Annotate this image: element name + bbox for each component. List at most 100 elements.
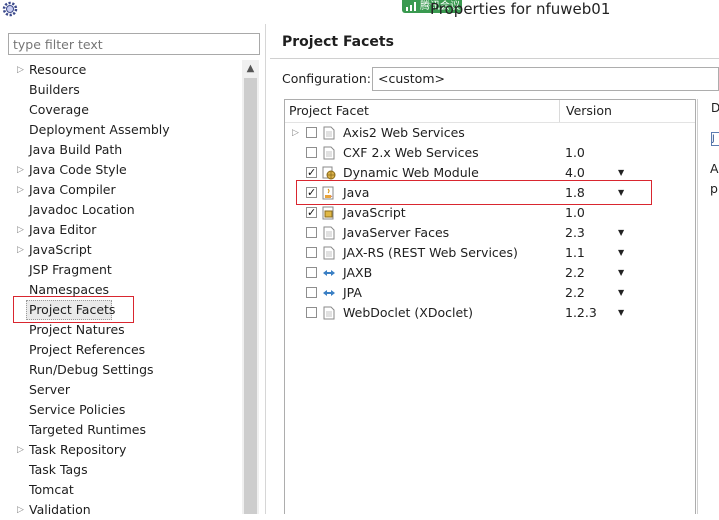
configuration-label: Configuration: bbox=[282, 71, 371, 86]
facet-version: 1.0 bbox=[565, 205, 585, 220]
column-header-facet[interactable]: Project Facet bbox=[289, 100, 369, 122]
tree-item-label: Javadoc Location bbox=[29, 202, 135, 217]
expand-arrow-icon[interactable]: ▷ bbox=[17, 180, 25, 200]
facet-checkbox[interactable] bbox=[306, 127, 317, 138]
facet-version[interactable]: 2.3 bbox=[565, 223, 585, 243]
version-dropdown-arrow-icon[interactable]: ▼ bbox=[618, 283, 624, 303]
tree-item-java-compiler[interactable]: ▷ Java Compiler bbox=[0, 180, 242, 200]
facet-version[interactable]: 2.2 bbox=[565, 283, 585, 303]
facet-checkbox[interactable] bbox=[306, 287, 317, 298]
tree-item-label: Task Repository bbox=[29, 442, 127, 457]
tree-item-label: Java Code Style bbox=[29, 162, 127, 177]
version-dropdown-arrow-icon[interactable]: ▼ bbox=[618, 263, 624, 283]
facet-row[interactable]: WebDoclet (XDoclet) 1.2.3 ▼ bbox=[285, 303, 695, 323]
expand-arrow-icon[interactable]: ▷ bbox=[17, 440, 25, 460]
facet-row[interactable]: JPA 2.2 ▼ bbox=[285, 283, 695, 303]
tree-item-label: Tomcat bbox=[29, 482, 74, 497]
details-text-line-1: A bbox=[710, 161, 719, 176]
tree-item-project-facets[interactable]: Project Facets bbox=[0, 300, 242, 320]
tree-item-project-references[interactable]: Project References bbox=[0, 340, 242, 360]
facet-version[interactable]: 2.2 bbox=[565, 263, 585, 283]
expand-arrow-icon[interactable]: ▷ bbox=[17, 500, 25, 520]
page-title: Project Facets bbox=[282, 34, 394, 50]
expand-arrow-icon[interactable]: ▷ bbox=[17, 160, 25, 180]
tree-item-label: Validation bbox=[29, 502, 91, 517]
facet-row[interactable]: JavaServer Faces 2.3 ▼ bbox=[285, 223, 695, 243]
facet-name: JAX-RS (REST Web Services) bbox=[343, 245, 518, 260]
tree-item-run-debug-settings[interactable]: Run/Debug Settings bbox=[0, 360, 242, 380]
javascript-facet-icon bbox=[322, 206, 336, 220]
tree-item-label: Server bbox=[29, 382, 70, 397]
tree-item-java-editor[interactable]: ▷ Java Editor bbox=[0, 220, 242, 240]
expand-arrow-icon[interactable]: ▷ bbox=[17, 220, 25, 240]
tree-item-jsp-fragment[interactable]: JSP Fragment bbox=[0, 260, 242, 280]
facet-row[interactable]: CXF 2.x Web Services 1.0 bbox=[285, 143, 695, 163]
tree-item-label: Service Policies bbox=[29, 402, 126, 417]
version-dropdown-arrow-icon[interactable]: ▼ bbox=[618, 223, 624, 243]
facet-name: JAXB bbox=[343, 265, 373, 280]
tree-item-project-natures[interactable]: Project Natures bbox=[0, 320, 242, 340]
facet-checkbox[interactable] bbox=[306, 247, 317, 258]
tree-item-java-build-path[interactable]: Java Build Path bbox=[0, 140, 242, 160]
tree-item-javadoc-location[interactable]: Javadoc Location bbox=[0, 200, 242, 220]
tree-item-resource[interactable]: ▷ Resource bbox=[0, 60, 242, 80]
tree-scroll-thumb[interactable] bbox=[244, 78, 257, 514]
tree-item-deployment-assembly[interactable]: Deployment Assembly bbox=[0, 120, 242, 140]
facet-checkbox[interactable] bbox=[306, 267, 317, 278]
facet-row[interactable]: JAX-RS (REST Web Services) 1.1 ▼ bbox=[285, 243, 695, 263]
tree-item-tomcat[interactable]: Tomcat bbox=[0, 480, 242, 500]
facet-row[interactable]: ✓ JavaScript 1.0 bbox=[285, 203, 695, 223]
tree-item-label: Deployment Assembly bbox=[29, 122, 170, 137]
expand-arrow-icon[interactable]: ▷ bbox=[17, 240, 25, 260]
expand-arrow-icon[interactable]: ▷ bbox=[292, 123, 299, 143]
facet-name: CXF 2.x Web Services bbox=[343, 145, 479, 160]
tree-item-task-tags[interactable]: Task Tags bbox=[0, 460, 242, 480]
tree-item-javascript[interactable]: ▷ JavaScript bbox=[0, 240, 242, 260]
tree-item-builders[interactable]: Builders bbox=[0, 80, 242, 100]
facet-version[interactable]: 1.1 bbox=[565, 243, 585, 263]
tree-item-label: Namespaces bbox=[29, 282, 110, 297]
highlight-box-java bbox=[296, 180, 652, 205]
panel-divider[interactable] bbox=[265, 24, 266, 514]
facet-checkbox[interactable] bbox=[306, 227, 317, 238]
tree-item-label: Project References bbox=[29, 342, 146, 357]
tree-item-validation[interactable]: ▷ Validation bbox=[0, 500, 242, 520]
details-text-line-2: p bbox=[710, 181, 718, 196]
title-bar bbox=[0, 0, 719, 24]
document-icon bbox=[322, 146, 336, 160]
title-divider bbox=[270, 58, 719, 59]
document-icon bbox=[322, 226, 336, 240]
configuration-select[interactable]: <custom> bbox=[372, 67, 719, 91]
tree-item-java-code-style[interactable]: ▷ Java Code Style bbox=[0, 160, 242, 180]
tree-item-label: Java Build Path bbox=[29, 142, 123, 157]
column-divider[interactable] bbox=[559, 100, 560, 122]
details-java-icon: J bbox=[711, 132, 719, 146]
tree-item-service-policies[interactable]: Service Policies bbox=[0, 400, 242, 420]
tree-item-label: JavaScript bbox=[29, 242, 92, 257]
tree-item-server[interactable]: Server bbox=[0, 380, 242, 400]
version-dropdown-arrow-icon[interactable]: ▼ bbox=[618, 303, 624, 323]
details-tab-label[interactable]: D bbox=[711, 101, 719, 115]
tree-item-targeted-runtimes[interactable]: Targeted Runtimes bbox=[0, 420, 242, 440]
filter-input[interactable] bbox=[8, 33, 260, 55]
version-dropdown-arrow-icon[interactable]: ▼ bbox=[618, 243, 624, 263]
facet-checkbox[interactable] bbox=[306, 147, 317, 158]
tree-item-task-repository[interactable]: ▷ Task Repository bbox=[0, 440, 242, 460]
expand-arrow-icon[interactable]: ▷ bbox=[17, 60, 25, 80]
tree-item-coverage[interactable]: Coverage bbox=[0, 100, 242, 120]
facet-row[interactable]: ▷ Axis2 Web Services bbox=[285, 123, 695, 143]
facet-checkbox[interactable]: ✓ bbox=[306, 207, 317, 218]
facet-checkbox[interactable] bbox=[306, 307, 317, 318]
facet-row[interactable]: JAXB 2.2 ▼ bbox=[285, 263, 695, 283]
scroll-up-arrow-icon[interactable]: ▲ bbox=[242, 60, 259, 77]
tree-item-label: Builders bbox=[29, 82, 80, 97]
tree-item-namespaces[interactable]: Namespaces bbox=[0, 280, 242, 300]
facet-version[interactable]: 1.2.3 bbox=[565, 303, 597, 323]
app-gear-icon bbox=[1, 0, 19, 18]
tree-item-label: Java Compiler bbox=[29, 182, 116, 197]
tree-item-label: Resource bbox=[29, 62, 87, 77]
document-icon bbox=[322, 246, 336, 260]
column-header-version[interactable]: Version bbox=[566, 100, 612, 122]
facet-checkbox[interactable]: ✓ bbox=[306, 167, 317, 178]
document-icon bbox=[322, 306, 336, 320]
